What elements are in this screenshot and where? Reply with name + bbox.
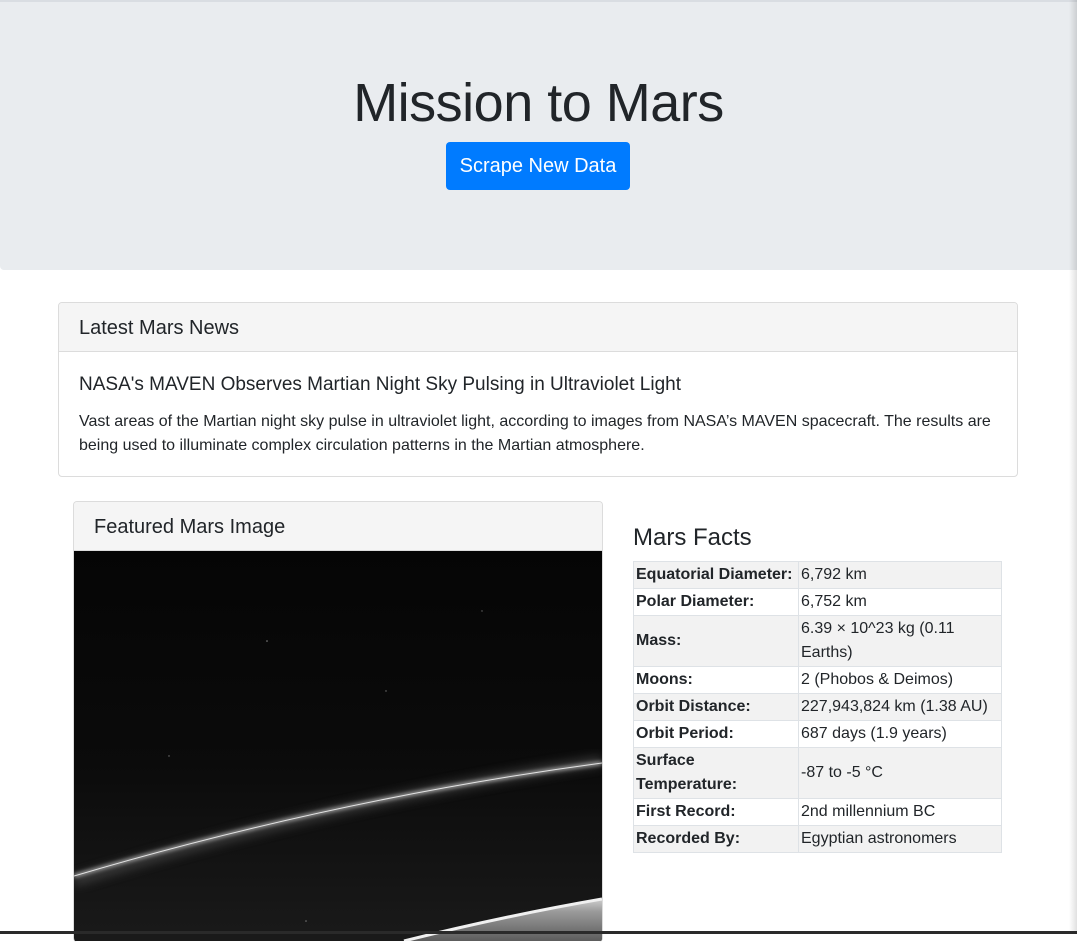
table-row: Surface Temperature: -87 to -5 °C <box>633 747 1002 799</box>
fact-label: Orbit Period: <box>633 720 799 748</box>
fact-label: Equatorial Diameter: <box>633 561 799 589</box>
fact-label: Orbit Distance: <box>633 693 799 721</box>
fact-label: Polar Diameter: <box>633 588 799 616</box>
fact-label: Surface Temperature: <box>633 747 799 799</box>
featured-image-card: Featured Mars Image <box>73 501 603 942</box>
page-title: Mission to Mars <box>353 73 724 133</box>
mars-facts-table: Equatorial Diameter: 6,792 km Polar Diame… <box>633 561 1002 853</box>
fact-value: Egyptian astronomers <box>798 825 1002 853</box>
table-row: First Record: 2nd millennium BC <box>633 798 1002 826</box>
table-row: Orbit Period: 687 days (1.9 years) <box>633 720 1002 748</box>
jumbotron: Mission to Mars Scrape New Data <box>0 2 1077 270</box>
featured-image-header: Featured Mars Image <box>74 502 602 551</box>
news-paragraph: Vast areas of the Martian night sky puls… <box>79 413 991 454</box>
news-card: Latest Mars News NASA's MAVEN Observes M… <box>58 302 1018 477</box>
fact-label: Mass: <box>633 615 799 667</box>
fact-label: Moons: <box>633 666 799 694</box>
scrape-new-data-button[interactable]: Scrape New Data <box>446 142 630 190</box>
news-title: NASA's MAVEN Observes Martian Night Sky … <box>79 374 681 395</box>
fact-label: First Record: <box>633 798 799 826</box>
table-row: Recorded By: Egyptian astronomers <box>633 825 1002 853</box>
fact-label: Recorded By: <box>633 825 799 853</box>
fact-value: 6,752 km <box>798 588 1002 616</box>
fact-value: 227,943,824 km (1.38 AU) <box>798 693 1002 721</box>
table-row: Polar Diameter: 6,752 km <box>633 588 1002 616</box>
table-row: Equatorial Diameter: 6,792 km <box>633 561 1002 589</box>
news-card-header: Latest Mars News <box>59 303 1017 352</box>
fact-value: -87 to -5 °C <box>798 747 1002 799</box>
table-row: Orbit Distance: 227,943,824 km (1.38 AU) <box>633 693 1002 721</box>
table-row: Moons: 2 (Phobos & Deimos) <box>633 666 1002 694</box>
fact-value: 6.39 × 10^23 kg (0.11 Earths) <box>798 615 1002 667</box>
mars-facts-title: Mars Facts <box>633 524 752 551</box>
window-edge-shadow <box>1069 0 1077 934</box>
fact-value: 2 (Phobos & Deimos) <box>798 666 1002 694</box>
featured-mars-image <box>74 551 602 941</box>
fact-value: 6,792 km <box>798 561 1002 589</box>
fact-value: 2nd millennium BC <box>798 798 1002 826</box>
table-row: Mass: 6.39 × 10^23 kg (0.11 Earths) <box>633 615 1002 667</box>
fact-value: 687 days (1.9 years) <box>798 720 1002 748</box>
